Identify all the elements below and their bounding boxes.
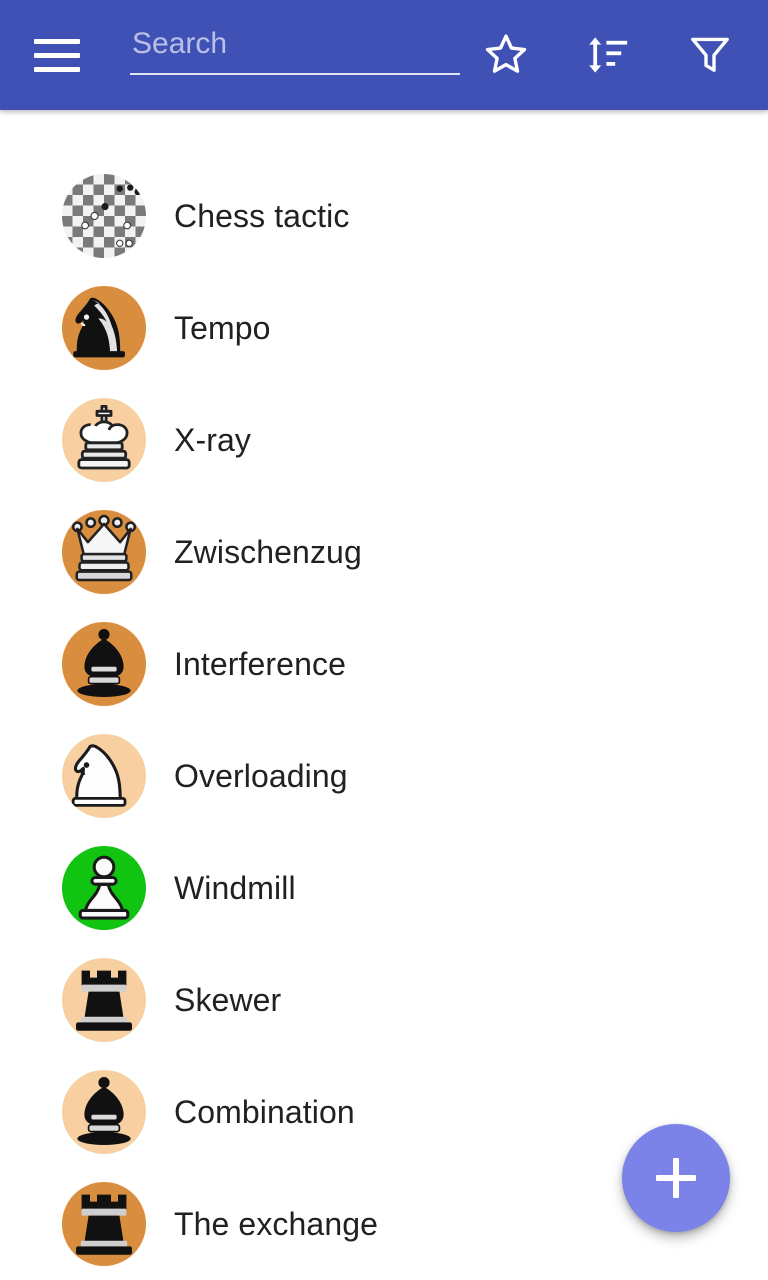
app-root: Chess tactic Tempo [0,0,768,1280]
list-item[interactable]: Skewer [0,944,768,1056]
black-bishop-icon [62,1070,146,1154]
list-item-label: Overloading [174,757,348,794]
white-pawn-icon [62,846,146,930]
list-item-label: Chess tactic [174,197,350,234]
app-bar-actions [480,29,742,81]
list-item-label: Zwischenzug [174,533,362,570]
list-item-label: X-ray [174,421,251,458]
list-item-label: Combination [174,1093,355,1130]
chessboard-icon [62,174,146,258]
black-knight-icon [62,286,146,370]
list-item-label: Windmill [174,869,296,906]
list-item[interactable]: Chess tactic [0,160,768,272]
star-outline-icon[interactable] [480,29,532,81]
filter-funnel-icon[interactable] [684,29,736,81]
list-item[interactable]: Interference [0,608,768,720]
list-item-label: Interference [174,645,346,682]
black-bishop-icon [62,622,146,706]
list-item-label: The exchange [174,1205,379,1242]
list-item[interactable]: Windmill [0,832,768,944]
app-bar [0,0,768,110]
search-input[interactable] [130,23,460,75]
tactics-list[interactable]: Chess tactic Tempo X-ray Zwischenzug Int… [0,110,768,1280]
black-rook-icon [62,1182,146,1266]
list-item-label: Skewer [174,981,282,1018]
list-item[interactable]: X-ray [0,384,768,496]
search-field-wrapper [130,23,460,87]
hamburger-line [34,66,80,72]
hamburger-menu-icon[interactable] [34,31,82,79]
hamburger-line [34,52,80,58]
list-item[interactable]: Tempo [0,272,768,384]
list-item[interactable]: Zwischenzug [0,496,768,608]
white-king-icon [62,398,146,482]
black-rook-icon [62,958,146,1042]
white-knight-icon [62,734,146,818]
white-queen-icon [62,510,146,594]
list-item[interactable]: Overloading [0,720,768,832]
hamburger-line [34,38,80,44]
list-item-label: Tempo [174,309,271,346]
plus-icon [673,1158,679,1198]
sort-icon[interactable] [582,29,634,81]
add-fab-button[interactable] [622,1124,730,1232]
